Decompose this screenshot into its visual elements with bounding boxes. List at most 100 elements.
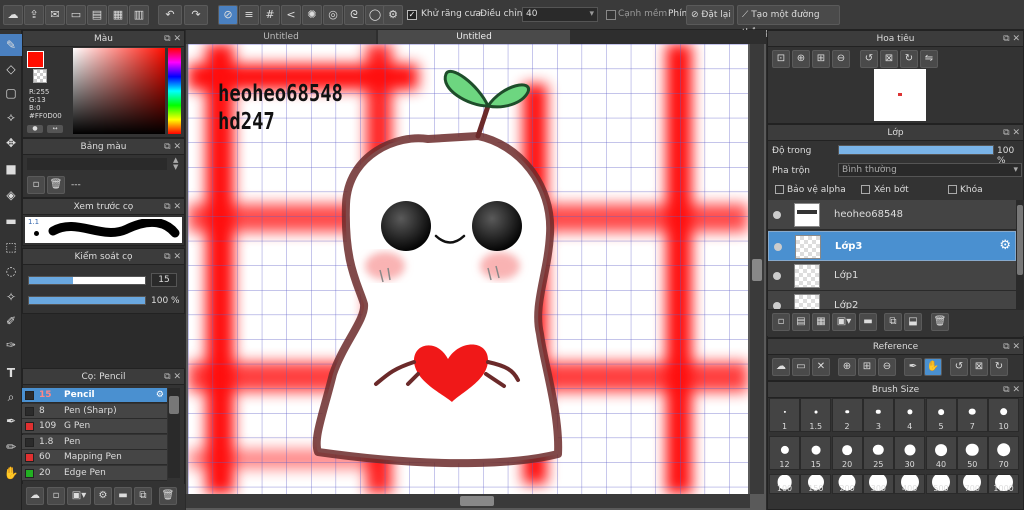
- brush-size-cell[interactable]: 40: [925, 436, 957, 470]
- grid-icon[interactable]: ▦: [108, 5, 128, 25]
- brush-delete-icon[interactable]: 🗑: [159, 487, 177, 505]
- brush-size-cell[interactable]: 15: [800, 436, 832, 470]
- brush-size-cell[interactable]: 1.5: [800, 398, 832, 432]
- no-snap-icon[interactable]: ⊘: [218, 5, 238, 25]
- zoom-out-icon[interactable]: ⊖: [832, 50, 850, 68]
- tab-untitled-2[interactable]: Untitled: [378, 30, 570, 44]
- curve-icon[interactable]: ᘓ: [344, 5, 364, 25]
- undo-icon[interactable]: ↶: [158, 5, 182, 25]
- navigator-thumbnail[interactable]: [874, 69, 926, 121]
- layer-menu-icon[interactable]: ▣▾: [832, 313, 856, 331]
- drawing-canvas[interactable]: heoheo68548 hd247: [188, 44, 748, 494]
- layer-row-selected[interactable]: Lớp3 ⚙: [768, 231, 1016, 261]
- brush-tool-icon[interactable]: ✎: [0, 34, 22, 56]
- adjust-select[interactable]: 40 ▾: [522, 7, 598, 22]
- zoom-fit-icon[interactable]: ⊡: [772, 50, 790, 68]
- reference-zoom-out-icon[interactable]: ⊖: [878, 358, 896, 376]
- reference-zoom-in-icon[interactable]: ⊕: [838, 358, 856, 376]
- brush-size-cell[interactable]: 700: [956, 474, 988, 494]
- layer-row[interactable]: heoheo68548: [768, 200, 1016, 230]
- brush-size-cell[interactable]: 1: [769, 398, 800, 432]
- horizontal-scrollbar[interactable]: [186, 494, 750, 508]
- reference-fit-icon[interactable]: ⊞: [858, 358, 876, 376]
- hue-slider[interactable]: [168, 48, 181, 134]
- brush-size-cell[interactable]: 25: [862, 436, 894, 470]
- saturation-picker[interactable]: [73, 48, 165, 134]
- brush-size-cell[interactable]: 5: [925, 398, 957, 432]
- brush-scrollbar[interactable]: [168, 388, 180, 478]
- brush-size-cell[interactable]: 400: [894, 474, 926, 494]
- size-value[interactable]: 15: [151, 273, 177, 287]
- layer-opacity-slider[interactable]: [838, 145, 994, 155]
- eraser-tool-icon[interactable]: ◇: [0, 58, 22, 80]
- brush-size-cell[interactable]: 100: [769, 474, 800, 494]
- ring-icon[interactable]: ◯: [365, 5, 385, 25]
- reference-close-icon[interactable]: ✕: [812, 358, 830, 376]
- brush-size-cell[interactable]: 1000: [988, 474, 1020, 494]
- select-tool-icon[interactable]: ⬚: [0, 236, 22, 258]
- brush-size-cell[interactable]: 4: [894, 398, 926, 432]
- color-swap-button[interactable]: ↔: [47, 125, 63, 133]
- lock-checkbox[interactable]: [948, 185, 957, 194]
- flip-icon[interactable]: ⇋: [920, 50, 938, 68]
- lasso-select-icon[interactable]: ◌: [0, 260, 22, 282]
- new-brush-icon[interactable]: ▫: [47, 487, 65, 505]
- reset-view-icon[interactable]: ⊠: [880, 50, 898, 68]
- brush-size-cell[interactable]: 500: [925, 474, 957, 494]
- pen-tool-icon[interactable]: ✏: [0, 436, 22, 458]
- parallel-snap-icon[interactable]: ≡: [239, 5, 259, 25]
- bucket-tool-icon[interactable]: ◈: [0, 184, 22, 206]
- layer-row[interactable]: Lớp1: [768, 261, 1016, 291]
- radial-icon[interactable]: ✺: [302, 5, 322, 25]
- layer-scrollbar[interactable]: [1016, 200, 1024, 310]
- brush-size-cell[interactable]: 70: [988, 436, 1020, 470]
- tab-untitled-1[interactable]: Untitled: [186, 30, 376, 44]
- layer-row[interactable]: Lớp2: [768, 291, 1016, 310]
- brush-menu-icon[interactable]: ▣▾: [67, 487, 91, 505]
- brush-size-cell[interactable]: 2: [831, 398, 863, 432]
- brush-size-cell[interactable]: 200: [831, 474, 863, 494]
- clipping-checkbox[interactable]: [861, 185, 870, 194]
- new-palette-icon[interactable]: ▫: [27, 176, 45, 194]
- color-option-button[interactable]: ●: [27, 125, 43, 133]
- palette-scroll-icon[interactable]: ▲ ▼: [173, 157, 178, 171]
- visibility-eye-icon[interactable]: [774, 243, 782, 251]
- brush-folder-icon[interactable]: ▬: [114, 487, 132, 505]
- document-icon[interactable]: ▤: [87, 5, 107, 25]
- export-icon[interactable]: ⇪: [24, 5, 44, 25]
- brush-settings-icon[interactable]: ⚙: [94, 487, 112, 505]
- rotate-left-icon[interactable]: ↺: [860, 50, 878, 68]
- circle-snap-icon[interactable]: ◎: [323, 5, 343, 25]
- move-tool-icon[interactable]: ✥: [0, 132, 22, 154]
- opacity-slider[interactable]: [28, 296, 146, 305]
- select-eraser-icon[interactable]: ✑: [0, 334, 22, 356]
- new-1bit-layer-icon[interactable]: ▦: [812, 313, 830, 331]
- foreground-color-swatch[interactable]: [27, 51, 44, 68]
- reference-open-icon[interactable]: ▭: [792, 358, 810, 376]
- operation-tool-icon[interactable]: ⌕: [0, 386, 22, 408]
- zoom-actual-icon[interactable]: ⊞: [812, 50, 830, 68]
- perspective-icon[interactable]: <: [281, 5, 301, 25]
- brush-item[interactable]: 60 Mapping Pen: [22, 450, 167, 465]
- new-halftone-layer-icon[interactable]: ▤: [792, 313, 810, 331]
- protect-alpha-checkbox[interactable]: [775, 185, 784, 194]
- layer-settings-gear-icon[interactable]: ⚙: [999, 238, 1011, 253]
- brush-size-cell[interactable]: 7: [956, 398, 988, 432]
- brush-size-cell[interactable]: 150: [800, 474, 832, 494]
- zoom-in-icon[interactable]: ⊕: [792, 50, 810, 68]
- reset-button[interactable]: ⊘ Đặt lại: [686, 5, 734, 25]
- brush-gear-icon[interactable]: ⚙: [156, 388, 164, 403]
- brush-size-cell[interactable]: 20: [831, 436, 863, 470]
- layout-icon[interactable]: ▥: [129, 5, 149, 25]
- text-tool-icon[interactable]: T: [0, 362, 22, 384]
- visibility-eye-icon[interactable]: [773, 272, 781, 280]
- reference-hand-icon[interactable]: ✋: [924, 358, 942, 376]
- brush-item[interactable]: 109 G Pen: [22, 419, 167, 434]
- app-icon[interactable]: ☁: [3, 5, 23, 25]
- reference-reset-icon[interactable]: ⊠: [970, 358, 988, 376]
- rect-select-tool-icon[interactable]: ▢: [0, 82, 22, 104]
- blend-select[interactable]: Bình thường ▾: [838, 163, 1022, 177]
- brush-size-cell[interactable]: 300: [862, 474, 894, 494]
- brush-item[interactable]: 8 Pen (Sharp): [22, 403, 167, 419]
- brush-size-cell[interactable]: 3: [862, 398, 894, 432]
